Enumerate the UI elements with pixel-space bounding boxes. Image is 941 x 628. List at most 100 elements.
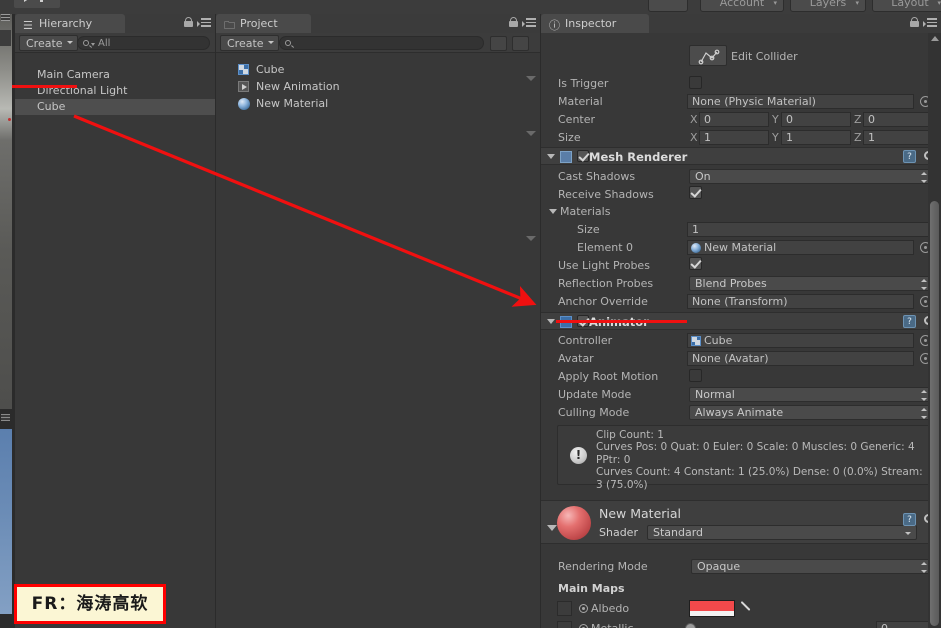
tab-project[interactable]: 🗀 Project bbox=[216, 14, 311, 33]
reflection-probes-dropdown[interactable]: Blend Probes bbox=[689, 276, 933, 291]
apply-root-motion-label: Apply Root Motion bbox=[558, 370, 659, 383]
hierarchy-search-input[interactable]: All bbox=[77, 36, 210, 50]
anchor-override-field[interactable]: None (Transform) bbox=[687, 294, 914, 309]
lock-icon[interactable] bbox=[509, 17, 518, 27]
project-tabbar: 🗀 Project bbox=[216, 14, 540, 33]
reflection-probes-label: Reflection Probes bbox=[558, 277, 654, 290]
inspector-scrollbar[interactable] bbox=[928, 33, 941, 628]
hierarchy-item-cube[interactable]: Cube bbox=[15, 99, 216, 115]
center-z-input[interactable]: 0 bbox=[863, 112, 933, 127]
mesh-renderer-enabled-checkbox[interactable] bbox=[577, 150, 589, 162]
physic-material-field[interactable]: None (Physic Material) bbox=[687, 94, 914, 109]
filter-by-type-icon[interactable] bbox=[490, 36, 507, 51]
physic-material-label: Material bbox=[558, 95, 603, 108]
size-z-input[interactable]: 1 bbox=[863, 130, 933, 145]
update-mode-label: Update Mode bbox=[558, 388, 632, 401]
project-search-input[interactable] bbox=[279, 36, 484, 50]
panel-menu-icon[interactable] bbox=[1, 14, 10, 21]
scroll-down-icon[interactable] bbox=[526, 76, 536, 81]
help-icon[interactable]: ? bbox=[903, 150, 916, 163]
edit-collider-button[interactable] bbox=[689, 45, 727, 66]
tab-hierarchy[interactable]: ☰ Hierarchy bbox=[15, 14, 125, 33]
tab-inspector-label: Inspector bbox=[565, 17, 617, 30]
mesh-renderer-header[interactable]: Mesh Renderer ? bbox=[541, 147, 941, 165]
scroll-up-icon[interactable] bbox=[931, 36, 939, 41]
apply-root-motion-checkbox[interactable] bbox=[689, 369, 702, 382]
is-trigger-checkbox[interactable] bbox=[689, 76, 702, 89]
layout-button[interactable]: Layout ▾ bbox=[872, 0, 941, 12]
inspector-scrollbar-thumb[interactable] bbox=[930, 201, 939, 626]
eyedropper-icon[interactable] bbox=[740, 600, 755, 614]
center-x-input[interactable]: 0 bbox=[699, 112, 769, 127]
materials-size-input[interactable]: 1 bbox=[687, 222, 933, 237]
project-item-new-material[interactable]: New Material bbox=[216, 95, 541, 112]
animator-info-box: ! Clip Count: 1 Curves Pos: 0 Quat: 0 Eu… bbox=[557, 425, 933, 491]
materials-foldout-icon[interactable] bbox=[549, 209, 557, 214]
lock-icon[interactable] bbox=[910, 17, 919, 27]
culling-mode-dropdown[interactable]: Always Animate bbox=[689, 405, 933, 420]
panel-menu-icon[interactable] bbox=[1, 414, 10, 421]
hierarchy-item-main-camera[interactable]: Main Camera bbox=[15, 67, 216, 83]
hierarchy-create-button[interactable]: Create bbox=[19, 35, 78, 51]
use-light-probes-label: Use Light Probes bbox=[558, 259, 650, 272]
metallic-slider-knob[interactable] bbox=[685, 623, 696, 628]
rendering-mode-label: Rendering Mode bbox=[558, 560, 648, 573]
layers-button[interactable]: Layers ▾ bbox=[790, 0, 866, 12]
search-icon bbox=[83, 40, 89, 46]
animator-controller-field[interactable]: Cube bbox=[687, 333, 914, 348]
filter-by-label-icon[interactable] bbox=[512, 36, 529, 51]
size-y-input[interactable]: 1 bbox=[781, 130, 851, 145]
foldout-icon[interactable] bbox=[547, 525, 557, 531]
help-icon[interactable]: ? bbox=[903, 315, 916, 328]
foldout-icon[interactable] bbox=[547, 319, 555, 324]
size-x-input[interactable]: 1 bbox=[699, 130, 769, 145]
metallic-texture-slot[interactable] bbox=[557, 621, 572, 628]
shader-dropdown[interactable]: Standard bbox=[647, 525, 917, 540]
materials-element0-value: New Material bbox=[704, 241, 777, 254]
albedo-texture-slot[interactable] bbox=[557, 601, 572, 616]
watermark-text: FR：海涛高软 bbox=[31, 594, 149, 614]
tab-hierarchy-label: Hierarchy bbox=[39, 17, 93, 30]
foldout-icon[interactable] bbox=[547, 154, 555, 159]
metallic-toggle-icon[interactable] bbox=[579, 624, 588, 628]
tab-inspector[interactable]: ⓘ Inspector bbox=[541, 14, 649, 33]
materials-size-value: 1 bbox=[692, 223, 699, 236]
albedo-toggle-icon[interactable] bbox=[579, 604, 588, 613]
albedo-color-swatch[interactable] bbox=[689, 600, 735, 617]
center-y-input[interactable]: 0 bbox=[781, 112, 851, 127]
project-item-cube[interactable]: Cube bbox=[216, 61, 541, 78]
lock-icon[interactable] bbox=[184, 17, 193, 27]
receive-shadows-checkbox[interactable] bbox=[689, 186, 702, 199]
scroll-down-icon[interactable] bbox=[526, 131, 536, 136]
rendering-mode-dropdown[interactable]: Opaque bbox=[691, 559, 933, 574]
size-x-label: X bbox=[690, 131, 698, 144]
chevron-down-icon: ▾ bbox=[855, 0, 859, 7]
scene-view-sliver[interactable] bbox=[0, 14, 14, 628]
chevron-updown-icon bbox=[921, 390, 928, 401]
use-light-probes-checkbox[interactable] bbox=[689, 257, 702, 270]
help-icon[interactable]: ? bbox=[903, 513, 916, 526]
materials-size-label: Size bbox=[577, 223, 600, 236]
panel-menu-icon[interactable] bbox=[522, 18, 536, 27]
hierarchy-search-value: All bbox=[98, 38, 111, 49]
update-mode-dropdown[interactable]: Normal bbox=[689, 387, 933, 402]
gizmo-dot-icon bbox=[8, 118, 11, 121]
panel-menu-icon[interactable] bbox=[197, 18, 211, 27]
project-item-new-animation[interactable]: New Animation bbox=[216, 78, 541, 95]
project-create-button[interactable]: Create bbox=[220, 35, 279, 51]
scroll-down-icon[interactable] bbox=[526, 236, 536, 241]
warning-icon: ! bbox=[570, 447, 587, 464]
size-x-value: 1 bbox=[704, 131, 711, 144]
play-pause-button[interactable] bbox=[14, 0, 60, 8]
animator-avatar-field[interactable]: None (Avatar) bbox=[687, 351, 914, 366]
panel-menu-icon[interactable] bbox=[923, 18, 937, 27]
hierarchy-toolbar: Create All bbox=[15, 33, 215, 53]
chevron-updown-icon bbox=[921, 172, 928, 183]
cast-shadows-dropdown[interactable]: On bbox=[689, 169, 933, 184]
account-button[interactable]: Account ▾ bbox=[700, 0, 784, 12]
animator-controller-label: Controller bbox=[558, 334, 613, 347]
metallic-value-input[interactable]: 0 bbox=[876, 621, 933, 628]
cloud-button[interactable] bbox=[648, 0, 688, 12]
materials-element0-field[interactable]: New Material bbox=[687, 240, 914, 255]
material-icon bbox=[238, 98, 250, 110]
